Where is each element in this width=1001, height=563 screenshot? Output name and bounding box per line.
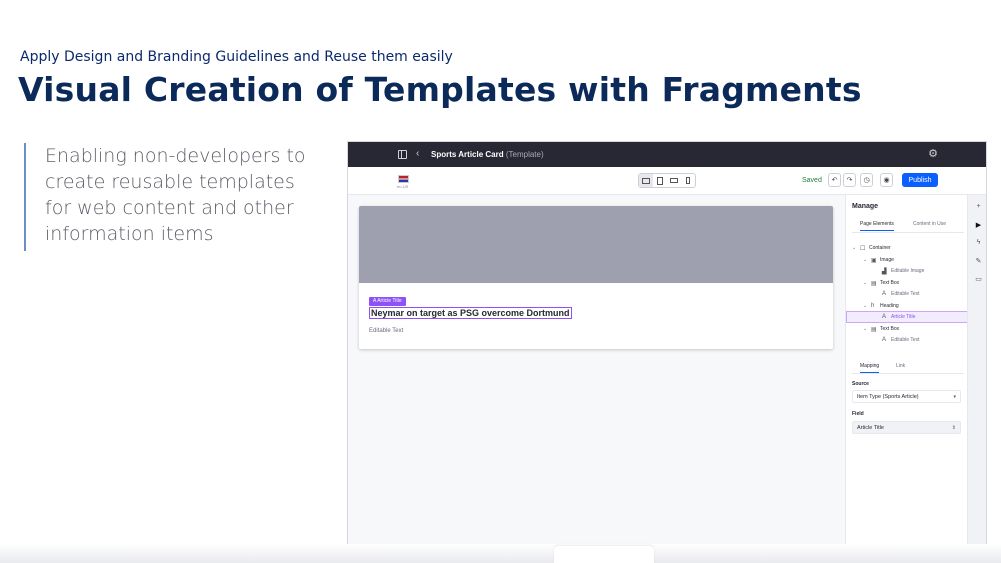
tree-item-label: Editable Image <box>891 268 925 274</box>
tab-page-elements[interactable]: Page Elements <box>860 221 894 231</box>
quote-line: for web content and other <box>45 197 294 219</box>
quote-line: information items <box>45 223 214 245</box>
chevron-down-icon[interactable]: ⌄ <box>863 303 871 309</box>
field-select[interactable]: Article Title ⇕ <box>852 421 961 434</box>
text-icon: A <box>882 314 887 320</box>
text-box-icon: ▤ <box>871 326 877 333</box>
tree-item-label: Text Box <box>880 280 900 286</box>
tree-item-label: Article Title <box>891 314 916 320</box>
article-title-tag: A Article Title <box>369 297 406 306</box>
locale-flag-icon[interactable] <box>398 175 409 183</box>
tree-item-editable-image[interactable]: ▟ Editable Image <box>882 265 924 277</box>
app-window: ‹ Sports Article Card (Template) ⚙ en-US… <box>347 141 987 549</box>
article-heading[interactable]: Neymar on target as PSG overcome Dortmun… <box>369 307 572 319</box>
tree-item-label: Text Box <box>880 326 900 332</box>
panel-tabs: Page Elements Content in Use <box>852 219 964 233</box>
app-topbar: ‹ Sports Article Card (Template) ⚙ <box>348 142 986 167</box>
page-canvas: A Article Title Neymar on target as PSG … <box>348 195 845 548</box>
mapping-tabs: Mapping Link <box>852 362 964 374</box>
tree-item-label: Container <box>869 245 891 251</box>
undo-button[interactable]: ↶ <box>828 173 841 187</box>
text-icon: A <box>882 291 887 297</box>
container-icon: ☐ <box>860 245 866 252</box>
tree-item-container[interactable]: ⌄ ☐ Container <box>852 242 891 254</box>
history-button[interactable]: ◷ <box>860 173 873 187</box>
caret-down-icon: ▾ <box>953 394 956 400</box>
add-fragment-icon[interactable]: + <box>973 201 984 212</box>
tree-item-label: Image <box>880 257 894 263</box>
editable-image[interactable] <box>359 206 833 283</box>
heading-icon: h <box>871 303 875 309</box>
redo-button[interactable]: ↷ <box>843 173 856 187</box>
tree-item-editable-text[interactable]: A Editable Text <box>882 334 920 346</box>
text-box-icon: ▤ <box>871 280 877 287</box>
slide-title: Visual Creation of Templates with Fragme… <box>18 70 862 109</box>
text-icon: A <box>882 337 887 343</box>
locale-label: en-US <box>397 184 409 189</box>
publish-button[interactable]: Publish <box>902 173 938 187</box>
bottom-bar <box>0 544 1001 563</box>
tab-content-in-use[interactable]: Content in Use <box>913 221 946 227</box>
quote-block: Enabling non-developers to create reusab… <box>24 143 324 251</box>
right-rail: + ▶ ϟ ✎ ▭ <box>967 195 986 548</box>
bottom-tab <box>554 546 654 563</box>
tree-item-label: Heading <box>880 303 899 309</box>
template-type: (Template) <box>505 150 544 159</box>
manage-panel: Manage Page Elements Content in Use ⌄ ☐ Co… <box>845 195 968 548</box>
device-selector <box>638 173 696 188</box>
landscape-phone-view-button[interactable] <box>667 174 681 187</box>
portrait-phone-view-button[interactable] <box>681 174 695 187</box>
quote-line: create reusable templates <box>45 171 295 193</box>
chevron-left-icon[interactable]: ‹ <box>416 148 419 159</box>
editable-text[interactable]: Editable Text <box>369 328 403 334</box>
tree-item-label: Editable Text <box>891 291 920 297</box>
source-select[interactable]: Item Type (Sports Article) ▾ <box>852 390 961 403</box>
paint-roller-icon[interactable]: ✎ <box>973 255 984 266</box>
caret-updown-icon: ⇕ <box>951 425 956 431</box>
saved-status: Saved <box>802 177 822 184</box>
source-value: Item Type (Sports Article) <box>857 394 919 400</box>
preview-button[interactable]: ◉ <box>880 173 893 187</box>
panel-title: Manage <box>852 203 879 210</box>
chevron-down-icon[interactable]: ⌄ <box>863 280 871 286</box>
browser-cursor-icon[interactable]: ▶ <box>973 219 984 230</box>
chevron-down-icon[interactable]: ⌄ <box>852 245 860 251</box>
gear-icon[interactable]: ⚙ <box>928 147 938 160</box>
field-label: Field <box>852 411 864 417</box>
source-label: Source <box>852 381 869 387</box>
image-icon: ▣ <box>871 257 877 264</box>
chevron-down-icon[interactable]: ⌄ <box>863 326 871 332</box>
editor-toolbar: en-US Saved ↶ ↷ ◷ ◉ Publish <box>348 167 986 195</box>
chevron-down-icon[interactable]: ⌄ <box>863 257 871 263</box>
template-name: Sports Article Card (Template) <box>431 150 544 159</box>
editable-image-icon: ▟ <box>882 268 887 275</box>
tablet-view-button[interactable] <box>653 174 667 187</box>
tree-item-label: Editable Text <box>891 337 920 343</box>
article-card[interactable]: A Article Title Neymar on target as PSG … <box>359 206 833 349</box>
tab-mapping[interactable]: Mapping <box>860 363 880 373</box>
tree-item-article-title[interactable]: A Article Title <box>846 311 968 323</box>
sidebar-toggle-icon[interactable] <box>398 150 407 159</box>
slide-subtitle: Apply Design and Branding Guidelines and… <box>20 49 453 65</box>
quote-line: Enabling non-developers to <box>45 145 306 167</box>
lightning-icon[interactable]: ϟ <box>973 237 984 248</box>
tree-item-editable-text[interactable]: A Editable Text <box>882 288 920 300</box>
comments-icon[interactable]: ▭ <box>973 273 984 284</box>
field-value: Article Title <box>857 425 884 431</box>
tab-link[interactable]: Link <box>896 363 905 369</box>
desktop-view-button[interactable] <box>639 174 653 187</box>
